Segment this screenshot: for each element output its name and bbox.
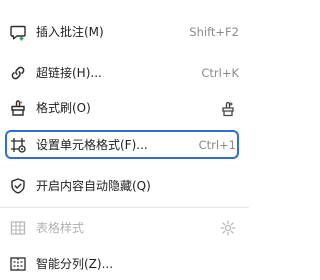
menu-item-insert-comment[interactable]: 插入批注(M) Shift+F2 [0,16,249,48]
menu-item-hyperlink[interactable]: 超链接(H)... Ctrl+K [0,57,249,89]
format-cells-icon [9,136,27,154]
settings-icon [219,219,237,237]
format-painter-icon [9,99,27,117]
menu-item-label: 超链接(H)... [36,66,102,80]
comment-icon [9,23,27,41]
context-menu: 插入批注(M) Shift+F2 超链接(H)... Ctrl+K 格式刷(O) [0,0,249,272]
menu-item-table-style[interactable]: 表格样式 [0,212,249,244]
menu-item-label: 设置单元格格式(F)... [36,138,148,152]
link-icon [9,64,27,82]
menu-item-smart-split-columns[interactable]: 智能分列(Z)... [0,248,249,280]
menu-item-label: 插入批注(M) [36,25,104,39]
menu-item-label: 格式刷(O) [36,101,91,115]
shortcut-text: Ctrl+K [201,66,239,80]
menu-item-format-painter[interactable]: 格式刷(O) [0,92,249,124]
menu-item-label: 表格样式 [36,221,85,235]
split-columns-icon [9,255,27,273]
shield-icon [9,177,27,195]
menu-item-label: 智能分列(Z)... [36,257,114,271]
menu-separator [0,207,249,208]
shortcut-text: Shift+F2 [189,25,239,39]
menu-item-format-cells[interactable]: 设置单元格格式(F)... Ctrl+1 [0,130,249,162]
menu-item-partial-top[interactable] [0,0,249,10]
menu-item-label: 开启内容自动隐藏(Q) [36,179,151,193]
brush-icon[interactable] [219,99,237,117]
table-style-icon [9,219,27,237]
menu-item-auto-hide-content[interactable]: 开启内容自动隐藏(Q) [0,170,249,202]
partial-icon [9,0,27,3]
shortcut-text: Ctrl+1 [198,138,236,152]
